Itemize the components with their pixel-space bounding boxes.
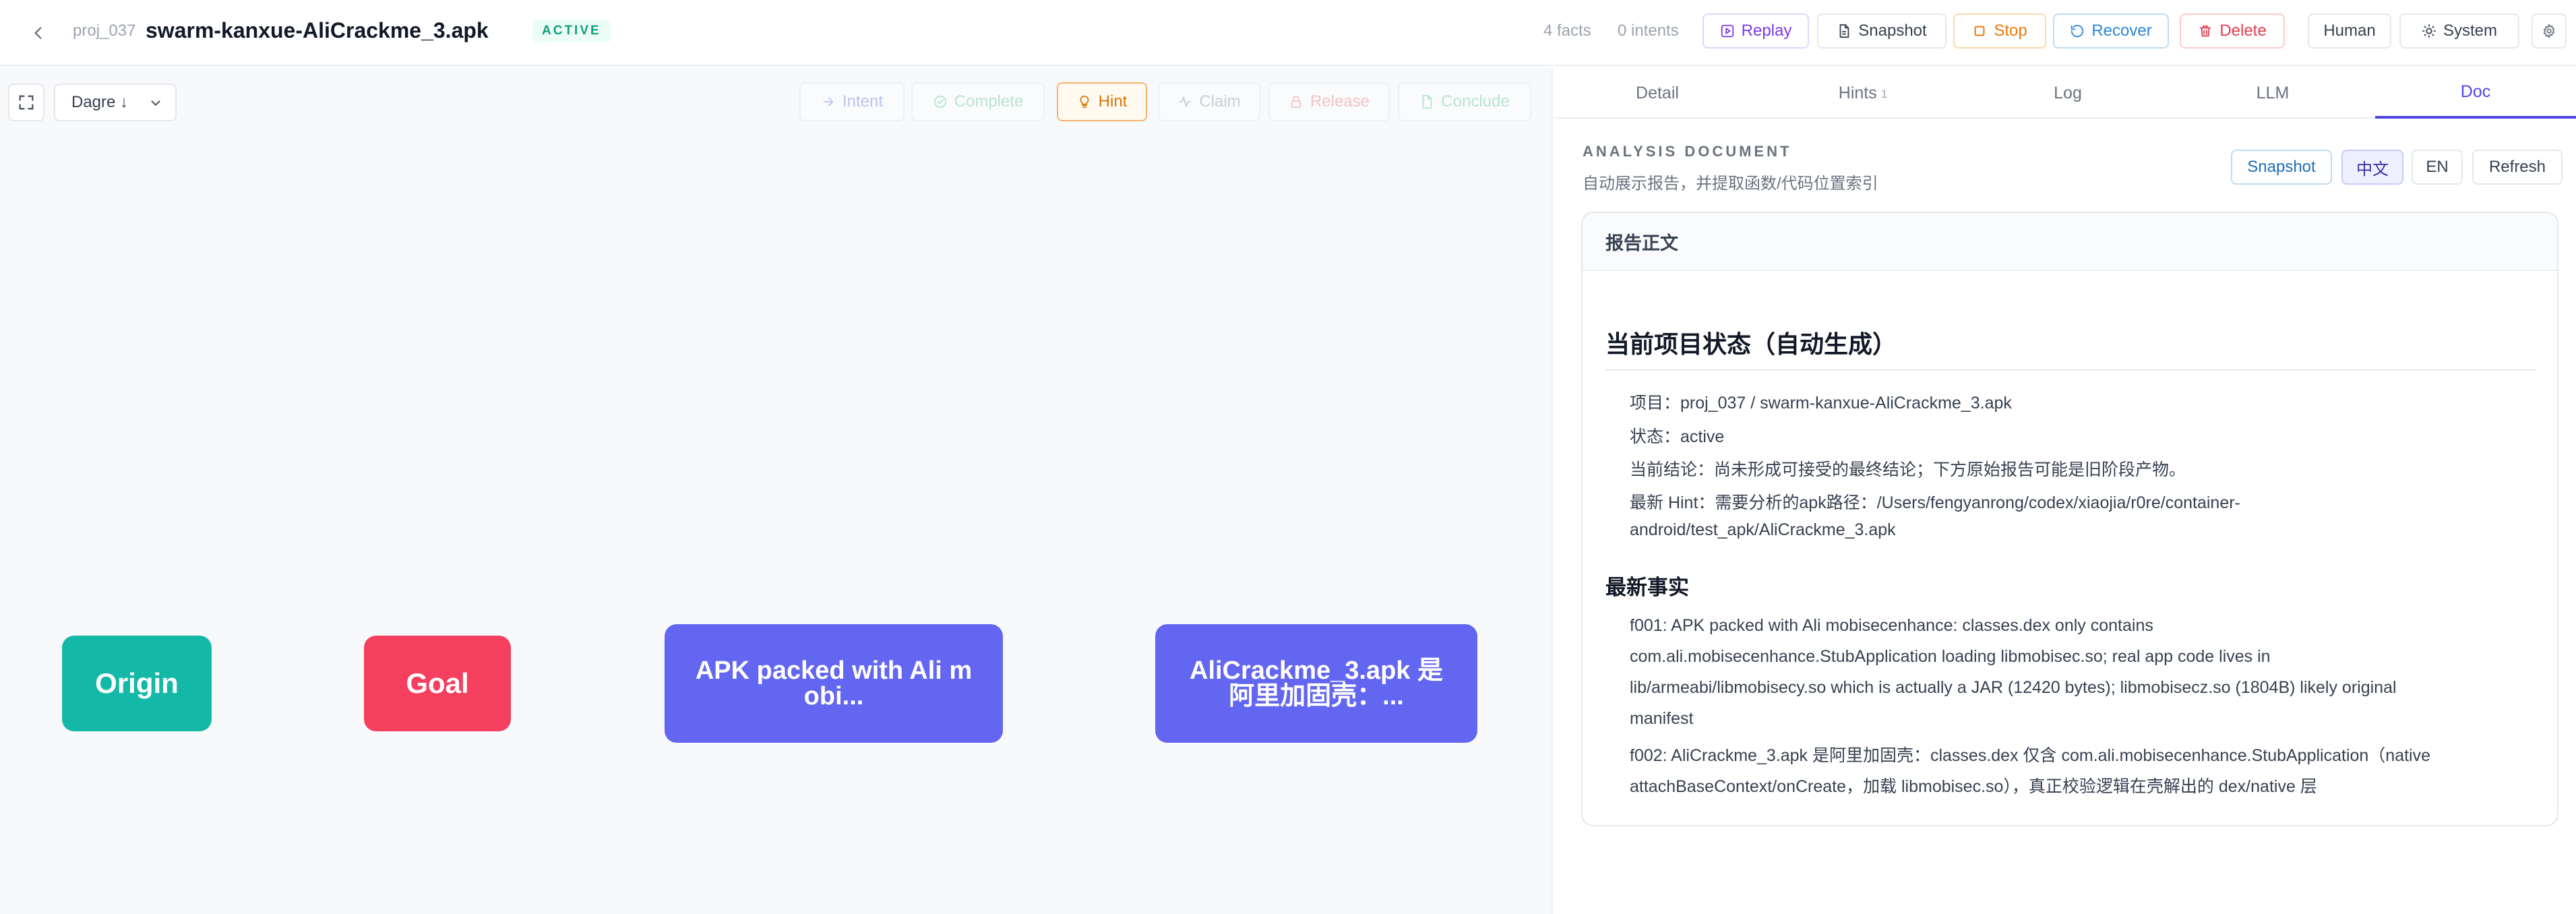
snapshot-button[interactable]: Snapshot (1817, 13, 1946, 49)
lang-zh-button[interactable]: 中文 (2341, 150, 2403, 185)
report-conclusion-line: 当前结论：尚未形成可接受的最终结论；下方原始报告可能是旧阶段产物。 (1630, 460, 2186, 479)
report-project-line: 项目：proj_037 / swarm-kanxue-AliCrackme_3.… (1630, 394, 2012, 413)
fact-f002-line: f002: AliCrackme_3.apk 是阿里加固壳：classes.de… (1630, 746, 2431, 765)
doc-subtitle: 自动展示报告，并提取函数/代码位置索引 (1583, 175, 1878, 193)
trash-icon (2200, 25, 2211, 37)
report-status-line: 状态：active (1630, 427, 1725, 446)
intents-count: 0 intents (1618, 22, 1679, 40)
tab-log[interactable]: Log (1965, 67, 2170, 119)
play-icon (1721, 24, 1734, 38)
activity-icon (1179, 95, 1192, 109)
arrow-right-icon (823, 97, 834, 106)
report-card-title: 报告正文 (1583, 213, 2557, 271)
lightbulb-icon (1080, 95, 1089, 109)
hint-button[interactable]: Hint (1057, 82, 1147, 121)
recover-button[interactable]: Recover (2053, 13, 2169, 49)
chevron-down-icon (151, 100, 160, 106)
lock-icon (1291, 95, 1301, 109)
report-hint-line: android/test_apk/AliCrackme_3.apk (1630, 520, 1896, 539)
facts-count: 4 facts (1543, 22, 1591, 40)
fact-f001-line: f001: APK packed with Ali mobisecenhance… (1630, 616, 2153, 635)
fact-f001-line: lib/armeabi/libmobisecy.so which is actu… (1630, 678, 2397, 697)
check-circle-icon (933, 95, 946, 109)
layout-select-value: Dagre ↓ (71, 93, 129, 111)
fact-node-f001[interactable]: APK packed with Ali m obi... (665, 624, 1003, 743)
fact-node-label-line: 阿里加固壳：... (1229, 682, 1404, 710)
complete-button[interactable]: Complete (911, 82, 1045, 121)
document-icon (1839, 24, 1849, 38)
delete-button[interactable]: Delete (2180, 13, 2285, 49)
layout-select[interactable]: Dagre ↓ (54, 84, 177, 121)
goal-node[interactable]: Goal (364, 636, 511, 731)
fact-f001-line: manifest (1630, 709, 1694, 728)
fact-f002-line: attachBaseContext/onCreate，加载 libmobisec… (1630, 777, 2317, 796)
project-title: swarm-kanxue-AliCrackme_3.apk (146, 18, 489, 42)
tab-detail[interactable]: Detail (1554, 67, 1760, 119)
human-button[interactable]: Human (2308, 13, 2391, 49)
fact-node-label-line: AliCrackme_3.apk 是 (1190, 657, 1443, 685)
system-button[interactable]: System (2399, 13, 2519, 49)
fact-node-label-line: APK packed with Ali m (695, 657, 973, 685)
panel-tabs: Detail Hints 1 Log LLM Doc (1554, 67, 2576, 119)
back-button[interactable] (22, 16, 55, 50)
status-badge: ACTIVE (532, 20, 611, 42)
chevron-left-icon (34, 27, 42, 39)
gear-icon (2543, 24, 2555, 38)
fact-node-label-line: obi... (803, 682, 864, 710)
intent-button[interactable]: Intent (799, 82, 904, 121)
tab-llm[interactable]: LLM (2170, 67, 2375, 119)
stop-icon (1974, 26, 1985, 36)
fact-f001-line: com.ali.mobisecenhance.StubApplication l… (1630, 647, 2271, 666)
rotate-ccw-icon (2071, 24, 2084, 38)
report-heading: 当前项目状态（自动生成） (1605, 330, 1897, 358)
tab-doc[interactable]: Doc (2375, 67, 2576, 119)
release-button[interactable]: Release (1268, 82, 1390, 121)
origin-node[interactable]: Origin (62, 636, 212, 731)
sun-icon (2422, 24, 2436, 38)
report-card: 报告正文 当前项目状态（自动生成） 项目：proj_037 / swarm-ka… (1581, 212, 2558, 826)
conclude-button[interactable]: Conclude (1398, 82, 1531, 121)
tab-hints[interactable]: Hints 1 (1760, 67, 1965, 119)
divider (1605, 369, 2536, 371)
claim-button[interactable]: Claim (1158, 82, 1260, 121)
refresh-button[interactable]: Refresh (2472, 150, 2563, 185)
hints-count-badge: 1 (1880, 88, 1888, 100)
settings-button[interactable] (2532, 13, 2567, 49)
top-bar: proj_037 swarm-kanxue-AliCrackme_3.apk A… (0, 0, 2576, 66)
expand-icon (19, 95, 34, 110)
project-id: proj_037 (73, 22, 136, 40)
graph-canvas[interactable]: Dagre ↓ Intent Complete Hint Claim Relea… (0, 67, 1553, 914)
document-icon (1422, 94, 1432, 109)
doc-kicker: ANALYSIS DOCUMENT (1583, 143, 1792, 160)
side-panel: Detail Hints 1 Log LLM Doc ANALYSIS DOCU… (1554, 67, 2576, 914)
replay-button[interactable]: Replay (1703, 13, 1809, 49)
facts-heading: 最新事实 (1605, 576, 1689, 599)
report-hint-line: 最新 Hint：需要分析的apk路径：/Users/fengyanrong/co… (1630, 493, 2240, 512)
stop-button[interactable]: Stop (1953, 13, 2046, 49)
lang-en-button[interactable]: EN (2412, 150, 2463, 185)
fit-view-button[interactable] (8, 84, 44, 121)
fact-node-f002[interactable]: AliCrackme_3.apk 是 阿里加固壳：... (1155, 624, 1477, 743)
doc-snapshot-button[interactable]: Snapshot (2231, 150, 2332, 185)
